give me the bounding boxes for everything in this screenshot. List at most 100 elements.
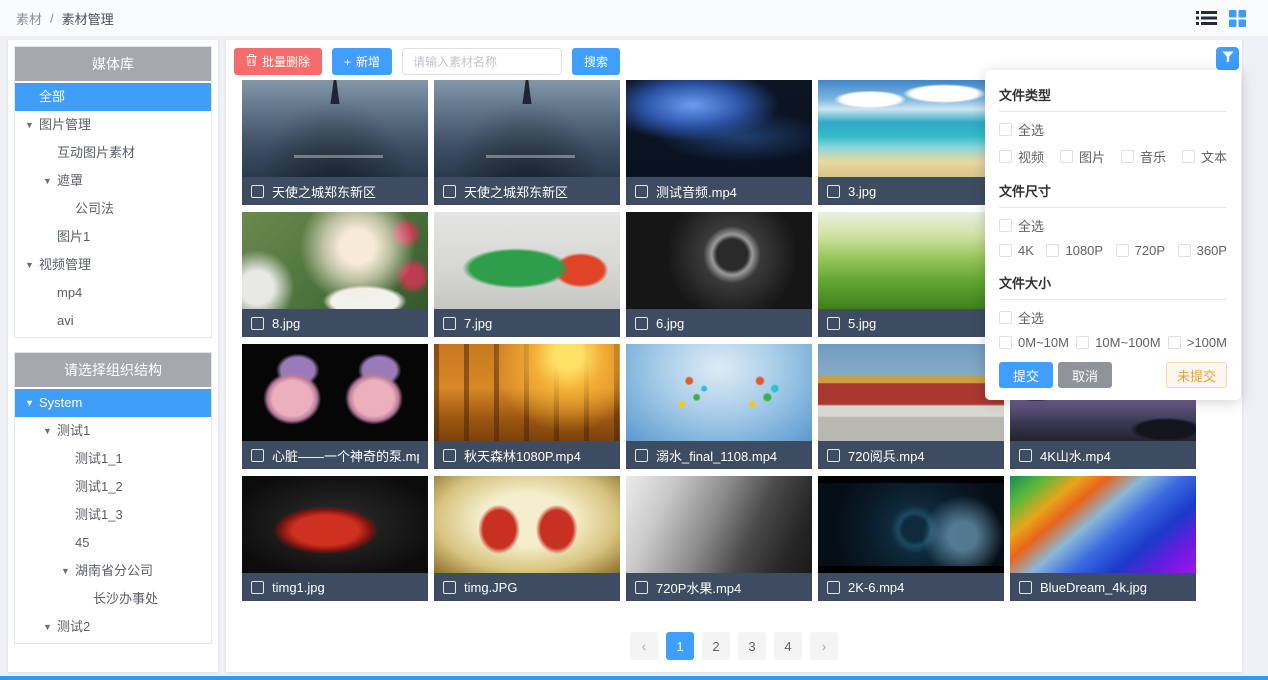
media-tree-item[interactable]: ▼图片管理: [15, 111, 211, 139]
checkbox-icon[interactable]: [999, 123, 1012, 136]
page-button-2[interactable]: 2: [702, 632, 730, 660]
filter-option-checkbox[interactable]: 文本: [1182, 147, 1227, 166]
media-tree-item[interactable]: 公司法: [15, 195, 211, 223]
media-thumbnail[interactable]: [434, 80, 620, 177]
checkbox-icon[interactable]: [1182, 150, 1195, 163]
filter-option-checkbox[interactable]: 1080P: [1046, 243, 1103, 258]
checkbox-icon[interactable]: [1121, 150, 1134, 163]
submit-button[interactable]: 提交: [999, 362, 1053, 388]
media-thumbnail[interactable]: [626, 344, 812, 441]
tile-checkbox[interactable]: [443, 449, 456, 462]
filter-button[interactable]: [1216, 47, 1239, 70]
tile-checkbox[interactable]: [1019, 581, 1032, 594]
media-tile[interactable]: 秋天森林1080P.mp4: [434, 344, 620, 469]
caret-down-icon[interactable]: ▼: [43, 167, 57, 195]
filter-option-checkbox[interactable]: 图片: [1060, 147, 1105, 166]
batch-delete-button[interactable]: 批量删除: [234, 48, 322, 75]
media-tile[interactable]: 8.jpg: [242, 212, 428, 337]
filter-option-checkbox[interactable]: >100M: [1168, 335, 1227, 350]
tile-checkbox[interactable]: [1019, 449, 1032, 462]
filter-option-checkbox[interactable]: 视频: [999, 147, 1044, 166]
media-thumbnail[interactable]: [626, 80, 812, 177]
media-tile[interactable]: 7.jpg: [434, 212, 620, 337]
tile-checkbox[interactable]: [635, 449, 648, 462]
media-thumbnail[interactable]: [818, 344, 1004, 441]
media-tile[interactable]: 5.jpg: [818, 212, 1004, 337]
media-tile[interactable]: 天使之城郑东新区: [242, 80, 428, 205]
select-all-checkbox[interactable]: 全选: [999, 120, 1227, 139]
caret-down-icon[interactable]: ▼: [25, 389, 39, 417]
filter-option-checkbox[interactable]: 360P: [1178, 243, 1227, 258]
page-button-4[interactable]: 4: [774, 632, 802, 660]
checkbox-icon[interactable]: [1116, 244, 1129, 257]
checkbox-icon[interactable]: [1076, 336, 1089, 349]
media-tile[interactable]: 6.jpg: [626, 212, 812, 337]
org-tree-item[interactable]: 测试1_3: [15, 501, 211, 529]
tile-checkbox[interactable]: [827, 581, 840, 594]
media-thumbnail[interactable]: [242, 476, 428, 573]
media-tree-item[interactable]: 全部: [15, 83, 211, 111]
org-tree-item[interactable]: ▼测试2: [15, 613, 211, 641]
checkbox-icon[interactable]: [999, 150, 1012, 163]
media-tile[interactable]: 测试音频.mp4: [626, 80, 812, 205]
media-tile[interactable]: 720P水果.mp4: [626, 476, 812, 601]
checkbox-icon[interactable]: [1178, 244, 1191, 257]
tile-checkbox[interactable]: [827, 449, 840, 462]
tile-checkbox[interactable]: [635, 581, 648, 594]
list-view-icon[interactable]: [1196, 10, 1217, 26]
tile-checkbox[interactable]: [443, 185, 456, 198]
media-tree-item[interactable]: ▼遮罩: [15, 167, 211, 195]
media-tile[interactable]: timg1.jpg: [242, 476, 428, 601]
media-thumbnail[interactable]: [626, 476, 812, 573]
checkbox-icon[interactable]: [999, 219, 1012, 232]
search-input[interactable]: [402, 48, 562, 75]
media-tree-item[interactable]: 互动图片素材: [15, 139, 211, 167]
org-tree-item[interactable]: 长沙办事处: [15, 585, 211, 613]
grid-view-icon[interactable]: [1229, 10, 1246, 27]
tile-checkbox[interactable]: [443, 581, 456, 594]
media-tree-item[interactable]: ▼视频管理: [15, 251, 211, 279]
org-tree-item[interactable]: 45: [15, 529, 211, 557]
media-tile[interactable]: timg.JPG: [434, 476, 620, 601]
breadcrumb-item-material[interactable]: 素材: [16, 9, 42, 28]
cancel-button[interactable]: 取消: [1058, 362, 1112, 388]
media-thumbnail[interactable]: [434, 212, 620, 309]
unsubmitted-button[interactable]: 未提交: [1166, 362, 1227, 388]
checkbox-icon[interactable]: [1168, 336, 1181, 349]
media-tree-item[interactable]: avi: [15, 307, 211, 335]
filter-option-checkbox[interactable]: 4K: [999, 243, 1034, 258]
media-thumbnail[interactable]: [434, 476, 620, 573]
media-thumbnail[interactable]: [242, 80, 428, 177]
media-thumbnail[interactable]: [818, 80, 1004, 177]
org-tree-item[interactable]: ▼湖南省分公司: [15, 557, 211, 585]
org-tree-item[interactable]: 测试1_2: [15, 473, 211, 501]
caret-down-icon[interactable]: ▼: [25, 111, 39, 139]
checkbox-icon[interactable]: [999, 336, 1012, 349]
media-tile[interactable]: 720阅兵.mp4: [818, 344, 1004, 469]
media-thumbnail[interactable]: [818, 212, 1004, 309]
checkbox-icon[interactable]: [999, 311, 1012, 324]
media-tile[interactable]: 天使之城郑东新区: [434, 80, 620, 205]
filter-option-checkbox[interactable]: 10M~100M: [1076, 335, 1160, 350]
checkbox-icon[interactable]: [999, 244, 1012, 257]
tile-checkbox[interactable]: [251, 449, 264, 462]
filter-option-checkbox[interactable]: 音乐: [1121, 147, 1166, 166]
org-tree-item[interactable]: ▼System: [15, 389, 211, 417]
tile-checkbox[interactable]: [827, 317, 840, 330]
page-button-1[interactable]: 1: [666, 632, 694, 660]
media-thumbnail[interactable]: [1010, 476, 1196, 573]
tile-checkbox[interactable]: [635, 317, 648, 330]
caret-down-icon[interactable]: ▼: [43, 613, 57, 641]
tile-checkbox[interactable]: [251, 581, 264, 594]
prev-page-button[interactable]: ‹: [630, 632, 658, 660]
filter-option-checkbox[interactable]: 0M~10M: [999, 335, 1069, 350]
media-tile[interactable]: 2K-6.mp4: [818, 476, 1004, 601]
media-thumbnail[interactable]: [242, 344, 428, 441]
page-button-3[interactable]: 3: [738, 632, 766, 660]
media-tile[interactable]: 心脏——一个神奇的泵.mp4: [242, 344, 428, 469]
checkbox-icon[interactable]: [1046, 244, 1059, 257]
media-tile[interactable]: 3.jpg: [818, 80, 1004, 205]
add-button[interactable]: + 新增: [332, 48, 392, 75]
media-thumbnail[interactable]: [434, 344, 620, 441]
select-all-checkbox[interactable]: 全选: [999, 216, 1227, 235]
